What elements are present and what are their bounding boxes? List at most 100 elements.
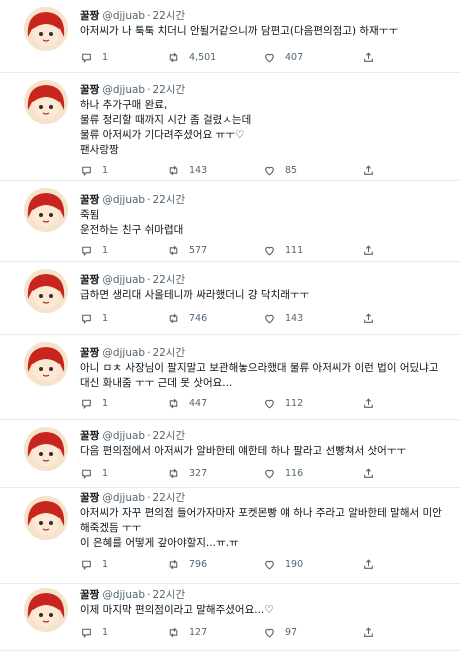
reply-button[interactable]: 1 <box>80 242 108 258</box>
retweet-icon <box>169 245 178 255</box>
author-handle[interactable]: @djjuab <box>102 10 145 22</box>
share-icon <box>364 397 373 408</box>
author-handle[interactable]: @djjuab <box>102 589 145 601</box>
timestamp[interactable]: 22시간 <box>152 347 185 359</box>
avatar-image <box>24 269 68 313</box>
reply-icon <box>82 469 91 479</box>
reply-icon <box>82 399 91 409</box>
share-button[interactable] <box>362 49 375 65</box>
avatar-image <box>24 342 68 386</box>
author-handle[interactable]: @djjuab <box>102 492 145 504</box>
like-button[interactable]: 143 <box>263 310 303 326</box>
author-name[interactable]: 꿀짱 <box>80 84 99 96</box>
tweet[interactable]: 꿀짱 @djjuab · 22시간 다음 편의점에서 아저씨가 알바한테 얘한테 하나… <box>0 419 460 488</box>
retweet-button[interactable]: 577 <box>167 242 207 258</box>
timestamp[interactable]: 22시간 <box>152 194 185 206</box>
tweet[interactable]: 꿀짱 @djjuab · 22시간 아저씨가 자꾸 편의점 들어가자마자 포켓몬빵 얘… <box>0 487 460 584</box>
avatar[interactable] <box>24 269 68 313</box>
reply-button[interactable]: 1 <box>80 556 108 572</box>
avatar[interactable] <box>24 342 68 386</box>
share-icon <box>364 312 373 323</box>
author-handle[interactable]: @djjuab <box>102 194 145 206</box>
author-name[interactable]: 꿀짱 <box>80 430 99 442</box>
retweet-button[interactable]: 796 <box>167 556 207 572</box>
retweet-count: 577 <box>189 244 208 256</box>
like-button[interactable]: 111 <box>263 242 303 258</box>
reply-button[interactable]: 1 <box>80 162 108 178</box>
avatar[interactable] <box>24 7 68 51</box>
author-name[interactable]: 꿀짱 <box>80 589 99 601</box>
share-button[interactable] <box>362 310 375 326</box>
retweet-button[interactable]: 4,501 <box>167 49 216 65</box>
tweet-actions: 1 127 97 <box>80 624 440 640</box>
tweet-header: 꿀짱 @djjuab · 22시간 <box>80 347 186 359</box>
tweet-actions: 1 796 190 <box>80 556 440 572</box>
tweet-header: 꿀짱 @djjuab · 22시간 <box>80 194 186 206</box>
like-button[interactable]: 85 <box>263 162 297 178</box>
tweet[interactable]: 꿀짱 @djjuab · 22시간 하나 추가구매 완료, 물류 정리할 때까지 시간… <box>0 72 460 181</box>
author-handle[interactable]: @djjuab <box>102 430 145 442</box>
reply-button[interactable]: 1 <box>80 624 108 640</box>
avatar[interactable] <box>24 588 68 632</box>
timestamp[interactable]: 22시간 <box>152 492 185 504</box>
share-button[interactable] <box>362 162 375 178</box>
share-button[interactable] <box>362 465 375 481</box>
author-handle[interactable]: @djjuab <box>102 347 145 359</box>
retweet-count: 327 <box>189 467 208 479</box>
like-button[interactable]: 116 <box>263 465 303 481</box>
share-button[interactable] <box>362 556 375 572</box>
retweet-count: 127 <box>189 626 208 638</box>
like-button[interactable]: 112 <box>263 395 303 411</box>
reply-button[interactable]: 1 <box>80 310 108 326</box>
timestamp[interactable]: 22시간 <box>152 274 185 286</box>
reply-button[interactable]: 1 <box>80 49 108 65</box>
author-name[interactable]: 꿀짱 <box>80 347 99 359</box>
share-button[interactable] <box>362 242 375 258</box>
like-button[interactable]: 97 <box>263 624 297 640</box>
avatar[interactable] <box>24 496 68 540</box>
tweet-header: 꿀짱 @djjuab · 22시간 <box>80 589 186 601</box>
like-button[interactable]: 190 <box>263 556 303 572</box>
timestamp[interactable]: 22시간 <box>152 84 185 96</box>
timestamp[interactable]: 22시간 <box>152 430 185 442</box>
author-handle[interactable]: @djjuab <box>102 84 145 96</box>
tweet-text: 하나 추가구매 완료, 물류 정리할 때까지 시간 좀 걸렸ㅅ는데 물류 아저씨… <box>80 99 252 156</box>
reply-count: 1 <box>102 312 109 324</box>
reply-button[interactable]: 1 <box>80 465 108 481</box>
tweet[interactable]: 꿀짱 @djjuab · 22시간 이제 마지막 편의점이라고 말해주셨어요...♡ … <box>0 583 460 651</box>
like-button[interactable]: 407 <box>263 49 303 65</box>
share-button[interactable] <box>362 624 375 640</box>
avatar[interactable] <box>24 427 68 471</box>
like-count: 116 <box>285 467 304 479</box>
retweet-button[interactable]: 746 <box>167 310 207 326</box>
author-name[interactable]: 꿀짱 <box>80 274 99 286</box>
author-name[interactable]: 꿀짱 <box>80 194 99 206</box>
like-count: 190 <box>285 558 304 570</box>
avatar[interactable] <box>24 188 68 232</box>
tweet[interactable]: 꿀짱 @djjuab · 22시간 죽됨 운전하는 친구 쉬마렵대 1 577 111 <box>0 180 460 262</box>
author-name[interactable]: 꿀짱 <box>80 10 99 22</box>
retweet-count: 796 <box>189 558 208 570</box>
like-count: 97 <box>285 626 298 638</box>
share-icon <box>364 244 373 255</box>
reply-button[interactable]: 1 <box>80 395 108 411</box>
timestamp[interactable]: 22시간 <box>152 10 185 22</box>
author-name[interactable]: 꿀짱 <box>80 492 99 504</box>
tweet[interactable]: 꿀짱 @djjuab · 22시간 급하면 생리대 사올테니까 싸라했더니 걍 닥치래… <box>0 261 460 335</box>
tweet-actions: 1 746 143 <box>80 310 440 326</box>
reply-icon <box>82 314 91 324</box>
reply-icon <box>82 53 91 63</box>
tweet[interactable]: 꿀짱 @djjuab · 22시간 아저씨가 나 툭툭 치더니 안될거같으니까 담편고… <box>0 0 460 73</box>
author-handle[interactable]: @djjuab <box>102 274 145 286</box>
timestamp[interactable]: 22시간 <box>152 589 185 601</box>
retweet-button[interactable]: 447 <box>167 395 207 411</box>
avatar[interactable] <box>24 80 68 124</box>
heart-icon <box>265 246 274 255</box>
retweet-button[interactable]: 327 <box>167 465 207 481</box>
heart-icon <box>265 53 274 62</box>
retweet-button[interactable]: 127 <box>167 624 207 640</box>
retweet-button[interactable]: 143 <box>167 162 207 178</box>
share-button[interactable] <box>362 395 375 411</box>
tweet[interactable]: 꿀짱 @djjuab · 22시간 아니 ㅁㅊ 사장님이 팔지말고 보관해놓으라했대 … <box>0 334 460 420</box>
tweet-header: 꿀짱 @djjuab · 22시간 <box>80 274 186 286</box>
